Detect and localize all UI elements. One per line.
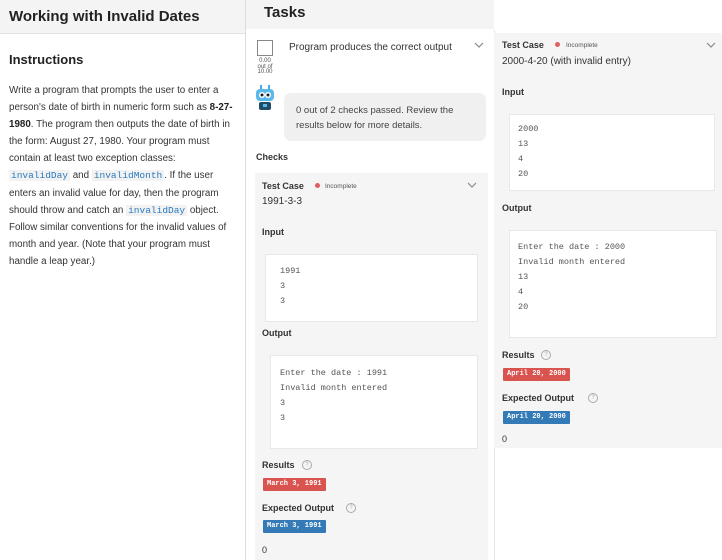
chevron-down-icon[interactable] <box>467 180 477 191</box>
code-invalid-day: invalidDay <box>126 204 188 216</box>
instructions-part: Write a program that prompts the user to… <box>9 85 219 114</box>
input-box <box>509 114 715 191</box>
expected-badge: March 3, 1991 <box>263 520 326 533</box>
expected-badge: April 20, 2000 <box>503 411 570 424</box>
test-case-label[interactable]: Test Case <box>502 40 544 50</box>
input-label: Input <box>502 87 524 97</box>
results-label: Results <box>502 350 535 360</box>
output-label: Output <box>262 328 292 338</box>
expected-output-label: Expected Output <box>502 393 575 403</box>
score-max: 10.00 <box>257 69 273 75</box>
status-dot <box>555 42 560 47</box>
output-label: Output <box>502 203 532 213</box>
instructions-heading: Instructions <box>9 52 84 67</box>
instructions-part: . The program then outputs the date of b… <box>9 119 230 165</box>
code-invalid-day: invalidDay <box>9 170 71 182</box>
test-case-subtitle: 1991-3-3 <box>262 196 303 207</box>
help-icon[interactable]: ? <box>541 350 551 360</box>
output-value: Enter the date : 2000 Invalid month ente… <box>518 242 626 312</box>
task-label[interactable]: Program produces the correct output <box>289 40 459 55</box>
test-case-subtitle: 2000-4-20 (with invalid entry) <box>502 56 631 67</box>
output-value: Enter the date : 1991 Invalid month ente… <box>280 368 388 423</box>
status-badge: Incomplete <box>566 42 598 49</box>
expected-output-label: Expected Output <box>262 503 335 513</box>
result-badge: April 20, 2000 <box>503 368 570 381</box>
instructions-text: Write a program that prompts the user to… <box>9 82 237 270</box>
result-badge: March 3, 1991 <box>263 478 326 491</box>
task-checkbox[interactable] <box>257 40 273 56</box>
instructions-part: and <box>70 170 92 182</box>
input-value: 2000 13 4 20 <box>518 124 539 179</box>
help-icon[interactable]: ? <box>588 393 598 403</box>
code-invalid-month: invalidMonth <box>91 170 165 182</box>
status-message: 0 out of 2 checks passed. Review the res… <box>296 105 454 131</box>
help-icon[interactable]: ? <box>302 460 312 470</box>
trailing-value: 0 <box>502 434 508 444</box>
help-icon[interactable]: ? <box>346 503 356 513</box>
status-badge: Incomplete <box>325 183 357 190</box>
tasks-title: Tasks <box>264 4 306 21</box>
bot-icon <box>254 85 276 111</box>
checks-label: Checks <box>256 152 289 162</box>
chevron-down-icon[interactable] <box>706 40 716 51</box>
results-label: Results <box>262 460 295 470</box>
status-dot <box>315 183 320 188</box>
chevron-down-icon[interactable] <box>474 40 484 51</box>
test-case-label[interactable]: Test Case <box>262 181 304 191</box>
page-title: Working with Invalid Dates <box>9 8 200 25</box>
input-label: Input <box>262 227 284 237</box>
input-value: 1991 3 3 <box>280 266 301 306</box>
task-score: 0.00 out of 10.00 <box>255 58 275 76</box>
trailing-value: 0 <box>262 545 268 555</box>
